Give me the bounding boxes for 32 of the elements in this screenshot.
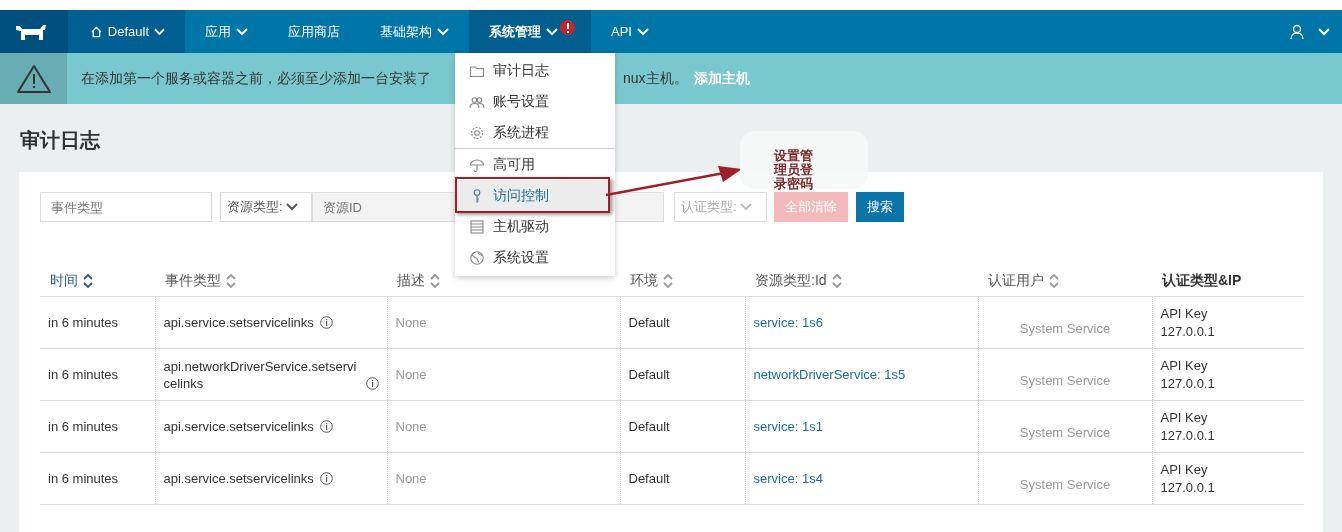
table-cell-text: API Key [1160,356,1209,375]
table-cell-text: 127.0.0.1 [1160,426,1216,445]
table-cell: in 6 minutes [48,315,119,330]
table-cell: in 6 minutes [48,471,119,486]
banner-text: nux主机。 [623,69,688,88]
table-cell-text: API Key [1160,460,1209,479]
table-cell: Default [628,315,670,330]
table-cell: Default [628,419,670,434]
banner-text: 在添加第一个服务或容器之前，必须至少添加一台安装了 [81,69,431,86]
page-title: 审计日志 [20,128,100,152]
table-cell: System Service [1019,476,1111,493]
table-cell-text: 127.0.0.1 [1160,478,1216,497]
table-cell: api.service.setservicelinks [163,470,314,487]
table-cell-text: API Key [1160,304,1209,323]
table-cell: System Service [1019,372,1111,389]
callout-text: 设置管理员登录密码 [774,149,814,191]
table-cell-text: 127.0.0.1 [1160,322,1216,341]
table-cell-text: api.networkDriverService.setservicelinks [163,357,358,392]
table-cell: in 6 minutes [48,419,119,434]
table-cell: None [395,315,427,330]
table-cell-text: API Key [1160,408,1209,427]
table-cell: None [395,367,427,382]
table-cell-text: 127.0.0.1 [1160,374,1216,393]
table-cell: Default [628,471,670,486]
table-cell: None [395,471,427,486]
table-cell: Default [628,367,670,382]
table-cell: api.service.setservicelinks [163,418,314,435]
table-cell: api.service.setservicelinks [163,314,314,331]
table-cell: in 6 minutes [48,367,119,382]
table-cell: None [395,419,427,434]
table-cell: System Service [1019,320,1111,337]
table-cell: System Service [1019,424,1111,441]
